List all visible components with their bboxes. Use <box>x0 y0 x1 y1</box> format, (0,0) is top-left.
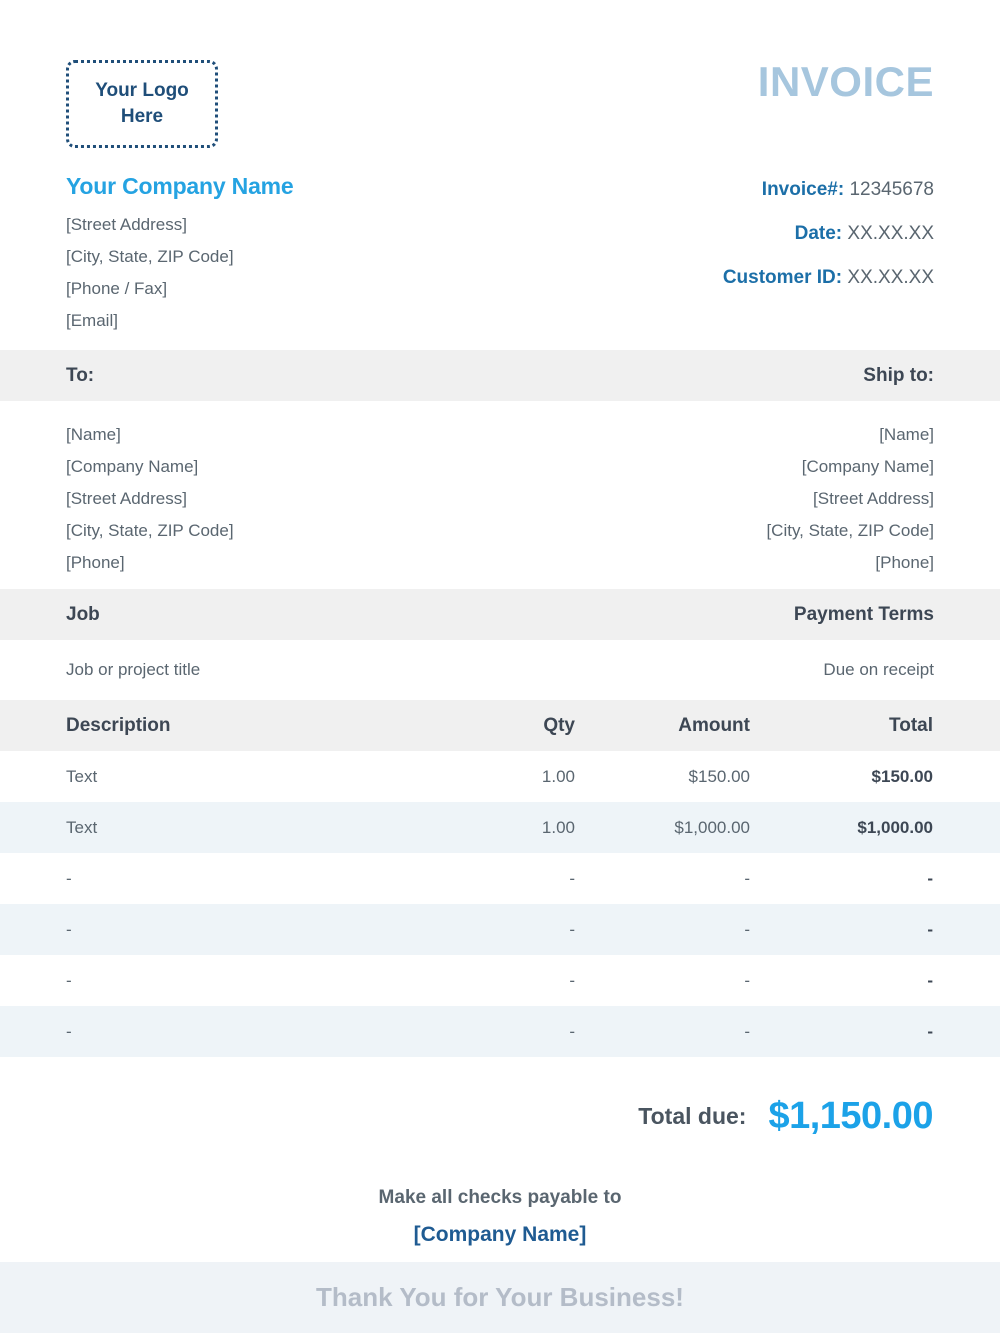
cell-description: - <box>66 919 72 939</box>
customer-id-value: XX.XX.XX <box>847 267 934 288</box>
ship-to-line: [Name] <box>879 425 934 444</box>
job-terms-row: Job or project title Due on receipt <box>0 640 1000 700</box>
logo-placeholder-box[interactable]: Your Logo Here <box>66 60 218 148</box>
ship-to-line: [City, State, ZIP Code] <box>766 521 934 540</box>
cell-total: - <box>927 919 933 939</box>
column-header-description: Description <box>66 714 171 736</box>
cell-total: - <box>927 868 933 888</box>
document-title: INVOICE <box>757 58 934 105</box>
invoice-date-label: Date: <box>794 223 843 244</box>
cell-total: - <box>927 970 933 990</box>
company-address-line: [Phone / Fax] <box>66 279 168 298</box>
payable-section: Make all checks payable to [Company Name… <box>0 1149 1000 1247</box>
ship-to-line: [Street Address] <box>813 489 934 508</box>
bill-to-line: [Company Name] <box>66 457 199 476</box>
cell-amount: $150.00 <box>688 766 750 786</box>
job-title-value: Job or project title <box>66 660 201 679</box>
cell-total: $150.00 <box>871 766 933 786</box>
job-terms-band: Job Payment Terms <box>0 589 1000 640</box>
ship-to-line: [Phone] <box>875 553 934 572</box>
invoice-page: Your Logo Here Your Company Name [Street… <box>0 0 1000 1333</box>
total-due-value: $1,150.00 <box>768 1094 933 1137</box>
table-row[interactable]: - - - - <box>0 853 1000 904</box>
company-address-line: [Email] <box>66 311 118 330</box>
invoice-date-row: Date: XX.XX.XX <box>723 212 934 256</box>
ship-to-line: [Company Name] <box>801 457 934 476</box>
invoice-meta-block: Invoice#: 12345678 Date: XX.XX.XX Custom… <box>723 168 934 300</box>
cell-total: - <box>927 1021 933 1041</box>
cell-total: $1,000.00 <box>857 817 933 837</box>
ship-to-heading: Ship to: <box>863 364 934 386</box>
ship-to-address: [Name] [Company Name] [Street Address] [… <box>766 419 934 589</box>
address-section: [Name] [Company Name] [Street Address] [… <box>0 401 1000 589</box>
bill-to-line: [Name] <box>66 425 121 444</box>
cell-description: - <box>66 1021 72 1041</box>
table-row[interactable]: - - - - <box>0 955 1000 1006</box>
total-due-label: Total due: <box>638 1102 747 1129</box>
line-items-body: Text 1.00 $150.00 $150.00 Text 1.00 $1,0… <box>0 751 1000 1057</box>
cell-description: Text <box>66 817 98 837</box>
customer-id-row: Customer ID: XX.XX.XX <box>723 256 934 300</box>
cell-description: - <box>66 868 72 888</box>
cell-amount: - <box>744 970 750 990</box>
bill-to-line: [City, State, ZIP Code] <box>66 521 234 540</box>
footer-banner: Thank You for Your Business! <box>0 1262 1000 1333</box>
company-name: Your Company Name <box>66 173 294 199</box>
line-items-table: Description Qty Amount Total Text 1.00 $… <box>0 700 1000 1057</box>
payable-company-name: [Company Name] <box>413 1223 587 1246</box>
cell-qty: 1.00 <box>541 766 575 786</box>
bill-to-heading: To: <box>66 364 95 386</box>
table-row[interactable]: Text 1.00 $150.00 $150.00 <box>0 751 1000 802</box>
invoice-number-label: Invoice#: <box>761 179 845 200</box>
cell-amount: - <box>744 1021 750 1041</box>
cell-amount: - <box>744 919 750 939</box>
cell-description: - <box>66 970 72 990</box>
job-heading: Job <box>66 603 100 625</box>
cell-amount: - <box>744 868 750 888</box>
total-due-section: Total due: $1,150.00 <box>0 1057 1000 1149</box>
invoice-header: Your Logo Here Your Company Name [Street… <box>0 0 1000 350</box>
company-address-line: [City, State, ZIP Code] <box>66 247 234 266</box>
cell-qty: - <box>569 868 575 888</box>
payment-terms-value: Due on receipt <box>823 660 934 679</box>
bill-to-line: [Phone] <box>66 553 125 572</box>
invoice-date-value: XX.XX.XX <box>847 223 934 244</box>
company-address-block: [Street Address] [City, State, ZIP Code]… <box>66 209 234 337</box>
bill-to-address: [Name] [Company Name] [Street Address] [… <box>66 419 234 589</box>
company-address-line: [Street Address] <box>66 215 187 234</box>
thank-you-message: Thank You for Your Business! <box>316 1282 684 1312</box>
cell-qty: - <box>569 919 575 939</box>
invoice-number-row: Invoice#: 12345678 <box>723 168 934 212</box>
table-row[interactable]: - - - - <box>0 1006 1000 1057</box>
payment-terms-heading: Payment Terms <box>793 603 934 625</box>
column-header-amount: Amount <box>678 714 750 736</box>
table-row[interactable]: - - - - <box>0 904 1000 955</box>
customer-id-label: Customer ID: <box>722 267 843 288</box>
payable-instruction: Make all checks payable to <box>378 1187 622 1208</box>
bill-to-line: [Street Address] <box>66 489 187 508</box>
cell-amount: $1,000.00 <box>674 817 750 837</box>
table-row[interactable]: Text 1.00 $1,000.00 $1,000.00 <box>0 802 1000 853</box>
column-header-qty: Qty <box>543 714 575 736</box>
invoice-number-value: 12345678 <box>849 179 934 200</box>
table-header-row: Description Qty Amount Total <box>0 700 1000 751</box>
cell-qty: - <box>569 970 575 990</box>
cell-qty: 1.00 <box>541 817 575 837</box>
cell-description: Text <box>66 766 98 786</box>
logo-placeholder-text: Your Logo Here <box>95 80 189 127</box>
line-items-header: Description Qty Amount Total <box>0 700 1000 751</box>
bill-ship-band: To: Ship to: <box>0 350 1000 401</box>
cell-qty: - <box>569 1021 575 1041</box>
column-header-total: Total <box>889 714 933 736</box>
